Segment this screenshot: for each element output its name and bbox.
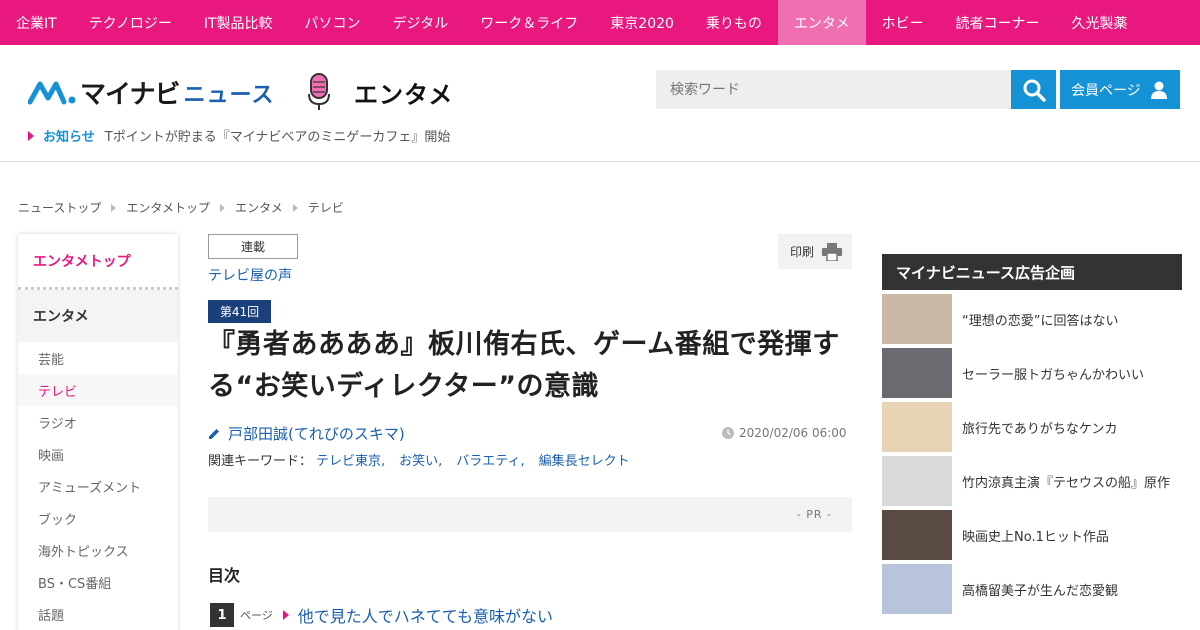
top-nav: 企業IT テクノロジー IT製品比較 パソコン デジタル ワーク＆ライフ 東京2020 乗りも…: [0, 0, 1200, 45]
sidebar-top-link[interactable]: エンタメトップ: [18, 234, 178, 290]
sidebar-item[interactable]: 海外トピックス: [18, 534, 178, 566]
ad-thumbnail[interactable]: [882, 510, 952, 560]
breadcrumb-link[interactable]: エンタメトップ: [126, 199, 210, 216]
sidebar-item[interactable]: 話題: [18, 598, 178, 630]
search-input[interactable]: [656, 70, 1011, 109]
ad-list: “理想の恋愛”に回答はないセーラー服トガちゃんかわいい 旅行先でありがちなケンカ竹…: [882, 292, 1200, 616]
notice-bar: お知らせ Tポイントが貯まる『マイナビベアのミニゲーカフェ』開始: [28, 126, 450, 145]
sidebar-item[interactable]: BS・CS番組: [18, 566, 178, 598]
notice-link[interactable]: Tポイントが貯まる『マイナビベアのミニゲーカフェ』開始: [105, 126, 451, 145]
ad-thumbnail[interactable]: [882, 456, 952, 506]
site-logo[interactable]: マイナビ ニュース: [28, 74, 274, 111]
ad-item[interactable]: 旅行先でありがちなケンカ: [882, 400, 1200, 454]
ad-item[interactable]: 映画史上No.1ヒット作品: [882, 508, 1200, 562]
ad-title[interactable]: セーラー服トガちゃんかわいい: [962, 364, 1144, 383]
microphone-icon: [308, 73, 330, 110]
nav-item[interactable]: 東京2020: [594, 0, 690, 45]
publish-date: 2020/02/06 06:00: [722, 426, 847, 440]
nav-item[interactable]: エンタメ: [777, 0, 866, 45]
related-keywords: 関連キーワード： テレビ東京, お笑い, バラエティ, 編集長セレクト: [208, 450, 640, 469]
triangle-icon: [28, 130, 34, 141]
breadcrumb-link[interactable]: ニューストップ: [18, 199, 101, 216]
article-title: 『勇者ああああ』板川侑右氏、ゲーム番組で発揮する“お笑いディレクター”の意識: [208, 329, 840, 402]
category-sidebar: エンタメトップ エンタメ 芸能 テレビ ラジオ 映画 アミューズメント ブック 海外トピック…: [18, 234, 178, 630]
nav-item[interactable]: IT製品比較: [188, 0, 289, 45]
ad-item[interactable]: 高橋留美子が生んだ恋愛観: [882, 562, 1200, 616]
notice-label: お知らせ: [43, 130, 95, 145]
search-button[interactable]: [1011, 70, 1056, 109]
logo-subtext: ニュース: [183, 82, 275, 108]
sidebar-item[interactable]: ブック: [18, 502, 178, 534]
sidebar-item[interactable]: テレビ: [18, 374, 178, 406]
nav-item[interactable]: テクノロジー: [73, 0, 188, 45]
pencil-icon: [209, 428, 219, 439]
ad-thumbnail[interactable]: [882, 564, 952, 614]
ad-thumbnail[interactable]: [882, 294, 952, 344]
episode-badge: 第41回: [208, 300, 271, 323]
sidebar-item[interactable]: 芸能: [18, 342, 178, 374]
ad-item[interactable]: 竹内涼真主演『テセウスの船』原作: [882, 454, 1200, 508]
keyword-link[interactable]: テレビ東京,: [316, 450, 385, 469]
toc-page-number: 1: [210, 603, 234, 627]
print-label: 印刷: [790, 245, 815, 259]
toc-item[interactable]: 1 ページ 他で見た人でハネてても意味がない: [210, 603, 553, 627]
breadcrumb-chevron-icon: [220, 203, 226, 212]
search-icon: [1023, 79, 1046, 102]
member-page-button[interactable]: 会員ページ: [1060, 70, 1180, 109]
breadcrumb-chevron-icon: [111, 203, 117, 212]
user-icon: [1150, 81, 1167, 99]
clock-icon: [722, 427, 734, 439]
nav-item[interactable]: 企業IT: [0, 0, 73, 45]
keywords-label: 関連キーワード：: [208, 454, 313, 469]
toc-heading: 目次: [208, 566, 241, 585]
ad-title[interactable]: 竹内涼真主演『テセウスの船』原作: [962, 472, 1170, 491]
breadcrumb: ニューストップ エンタメトップ エンタメ テレビ: [18, 199, 344, 216]
ad-thumbnail[interactable]: [882, 402, 952, 452]
section-title: エンタメ: [354, 80, 454, 109]
nav-item[interactable]: 久光製薬: [1056, 0, 1144, 45]
logo-text: マイナビ: [80, 80, 180, 110]
ad-title[interactable]: 旅行先でありがちなケンカ: [962, 418, 1117, 437]
ad-title[interactable]: 映画史上No.1ヒット作品: [962, 526, 1109, 545]
nav-item[interactable]: 乗りもの: [690, 0, 778, 45]
mynavi-logo-icon: [28, 81, 76, 104]
print-button[interactable]: 印刷: [778, 234, 852, 269]
pr-box: - PR -: [208, 497, 852, 532]
nav-item[interactable]: ワーク＆ライフ: [464, 0, 594, 45]
nav-item[interactable]: 読者コーナー: [940, 0, 1056, 45]
series-name-link[interactable]: テレビ屋の声: [208, 265, 292, 285]
ad-item[interactable]: “理想の恋愛”に回答はない: [882, 292, 1200, 346]
ad-item[interactable]: セーラー服トガちゃんかわいい: [882, 346, 1200, 400]
toc-title-link[interactable]: 他で見た人でハネてても意味がない: [298, 603, 553, 627]
series-tag: 連載: [208, 234, 298, 259]
breadcrumb-chevron-icon: [292, 203, 298, 212]
printer-icon: [822, 242, 843, 261]
member-page-label: 会員ページ: [1071, 82, 1141, 99]
nav-item[interactable]: パソコン: [289, 0, 377, 45]
sidebar-item[interactable]: ラジオ: [18, 406, 178, 438]
ad-thumbnail[interactable]: [882, 348, 952, 398]
nav-item[interactable]: ホビー: [866, 0, 940, 45]
keyword-link[interactable]: バラエティ,: [456, 450, 524, 469]
header-divider: [0, 161, 1200, 162]
breadcrumb-link[interactable]: エンタメ: [235, 199, 283, 216]
breadcrumb-link[interactable]: テレビ: [308, 199, 344, 216]
sidebar-section-heading[interactable]: エンタメ: [18, 290, 178, 342]
nav-item[interactable]: デジタル: [377, 0, 465, 45]
sidebar-item[interactable]: アミューズメント: [18, 470, 178, 502]
sidebar-item[interactable]: 映画: [18, 438, 178, 470]
toc-page-label: ページ: [240, 609, 273, 622]
date-text: 2020/02/06 06:00: [739, 426, 847, 440]
triangle-icon: [282, 610, 289, 620]
author-name: 戸部田誠(てれびのスキマ): [228, 425, 405, 443]
keyword-link[interactable]: 編集長セレクト: [539, 450, 630, 469]
ad-title[interactable]: “理想の恋愛”に回答はない: [962, 310, 1118, 329]
ad-section-header: マイナビニュース広告企画: [882, 254, 1182, 290]
author-byline[interactable]: 戸部田誠(てれびのスキマ): [208, 423, 405, 444]
ad-title[interactable]: 高橋留美子が生んだ恋愛観: [962, 580, 1118, 599]
pr-label: - PR -: [796, 508, 832, 521]
section-logo[interactable]: エンタメ: [306, 72, 453, 112]
keyword-link[interactable]: お笑い,: [399, 450, 442, 469]
